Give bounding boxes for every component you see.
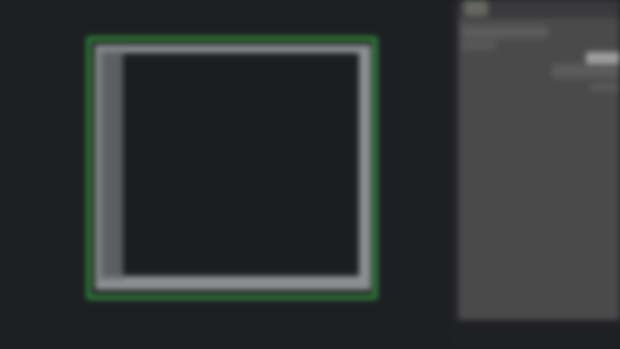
app-window: [0, 0, 620, 349]
canvas-area[interactable]: [0, 0, 450, 349]
panel-icon[interactable]: [464, 0, 488, 16]
inspector-row[interactable]: [590, 82, 620, 92]
inspector-button[interactable]: [586, 52, 620, 64]
frame-preview[interactable]: [95, 45, 371, 290]
inspector-title: [494, 3, 580, 13]
inspector-row[interactable]: [462, 40, 496, 50]
inspector-row[interactable]: [552, 64, 620, 78]
inspector-row[interactable]: [462, 26, 548, 38]
frame-side-bar: [99, 50, 123, 280]
bottom-bar: [450, 320, 620, 349]
